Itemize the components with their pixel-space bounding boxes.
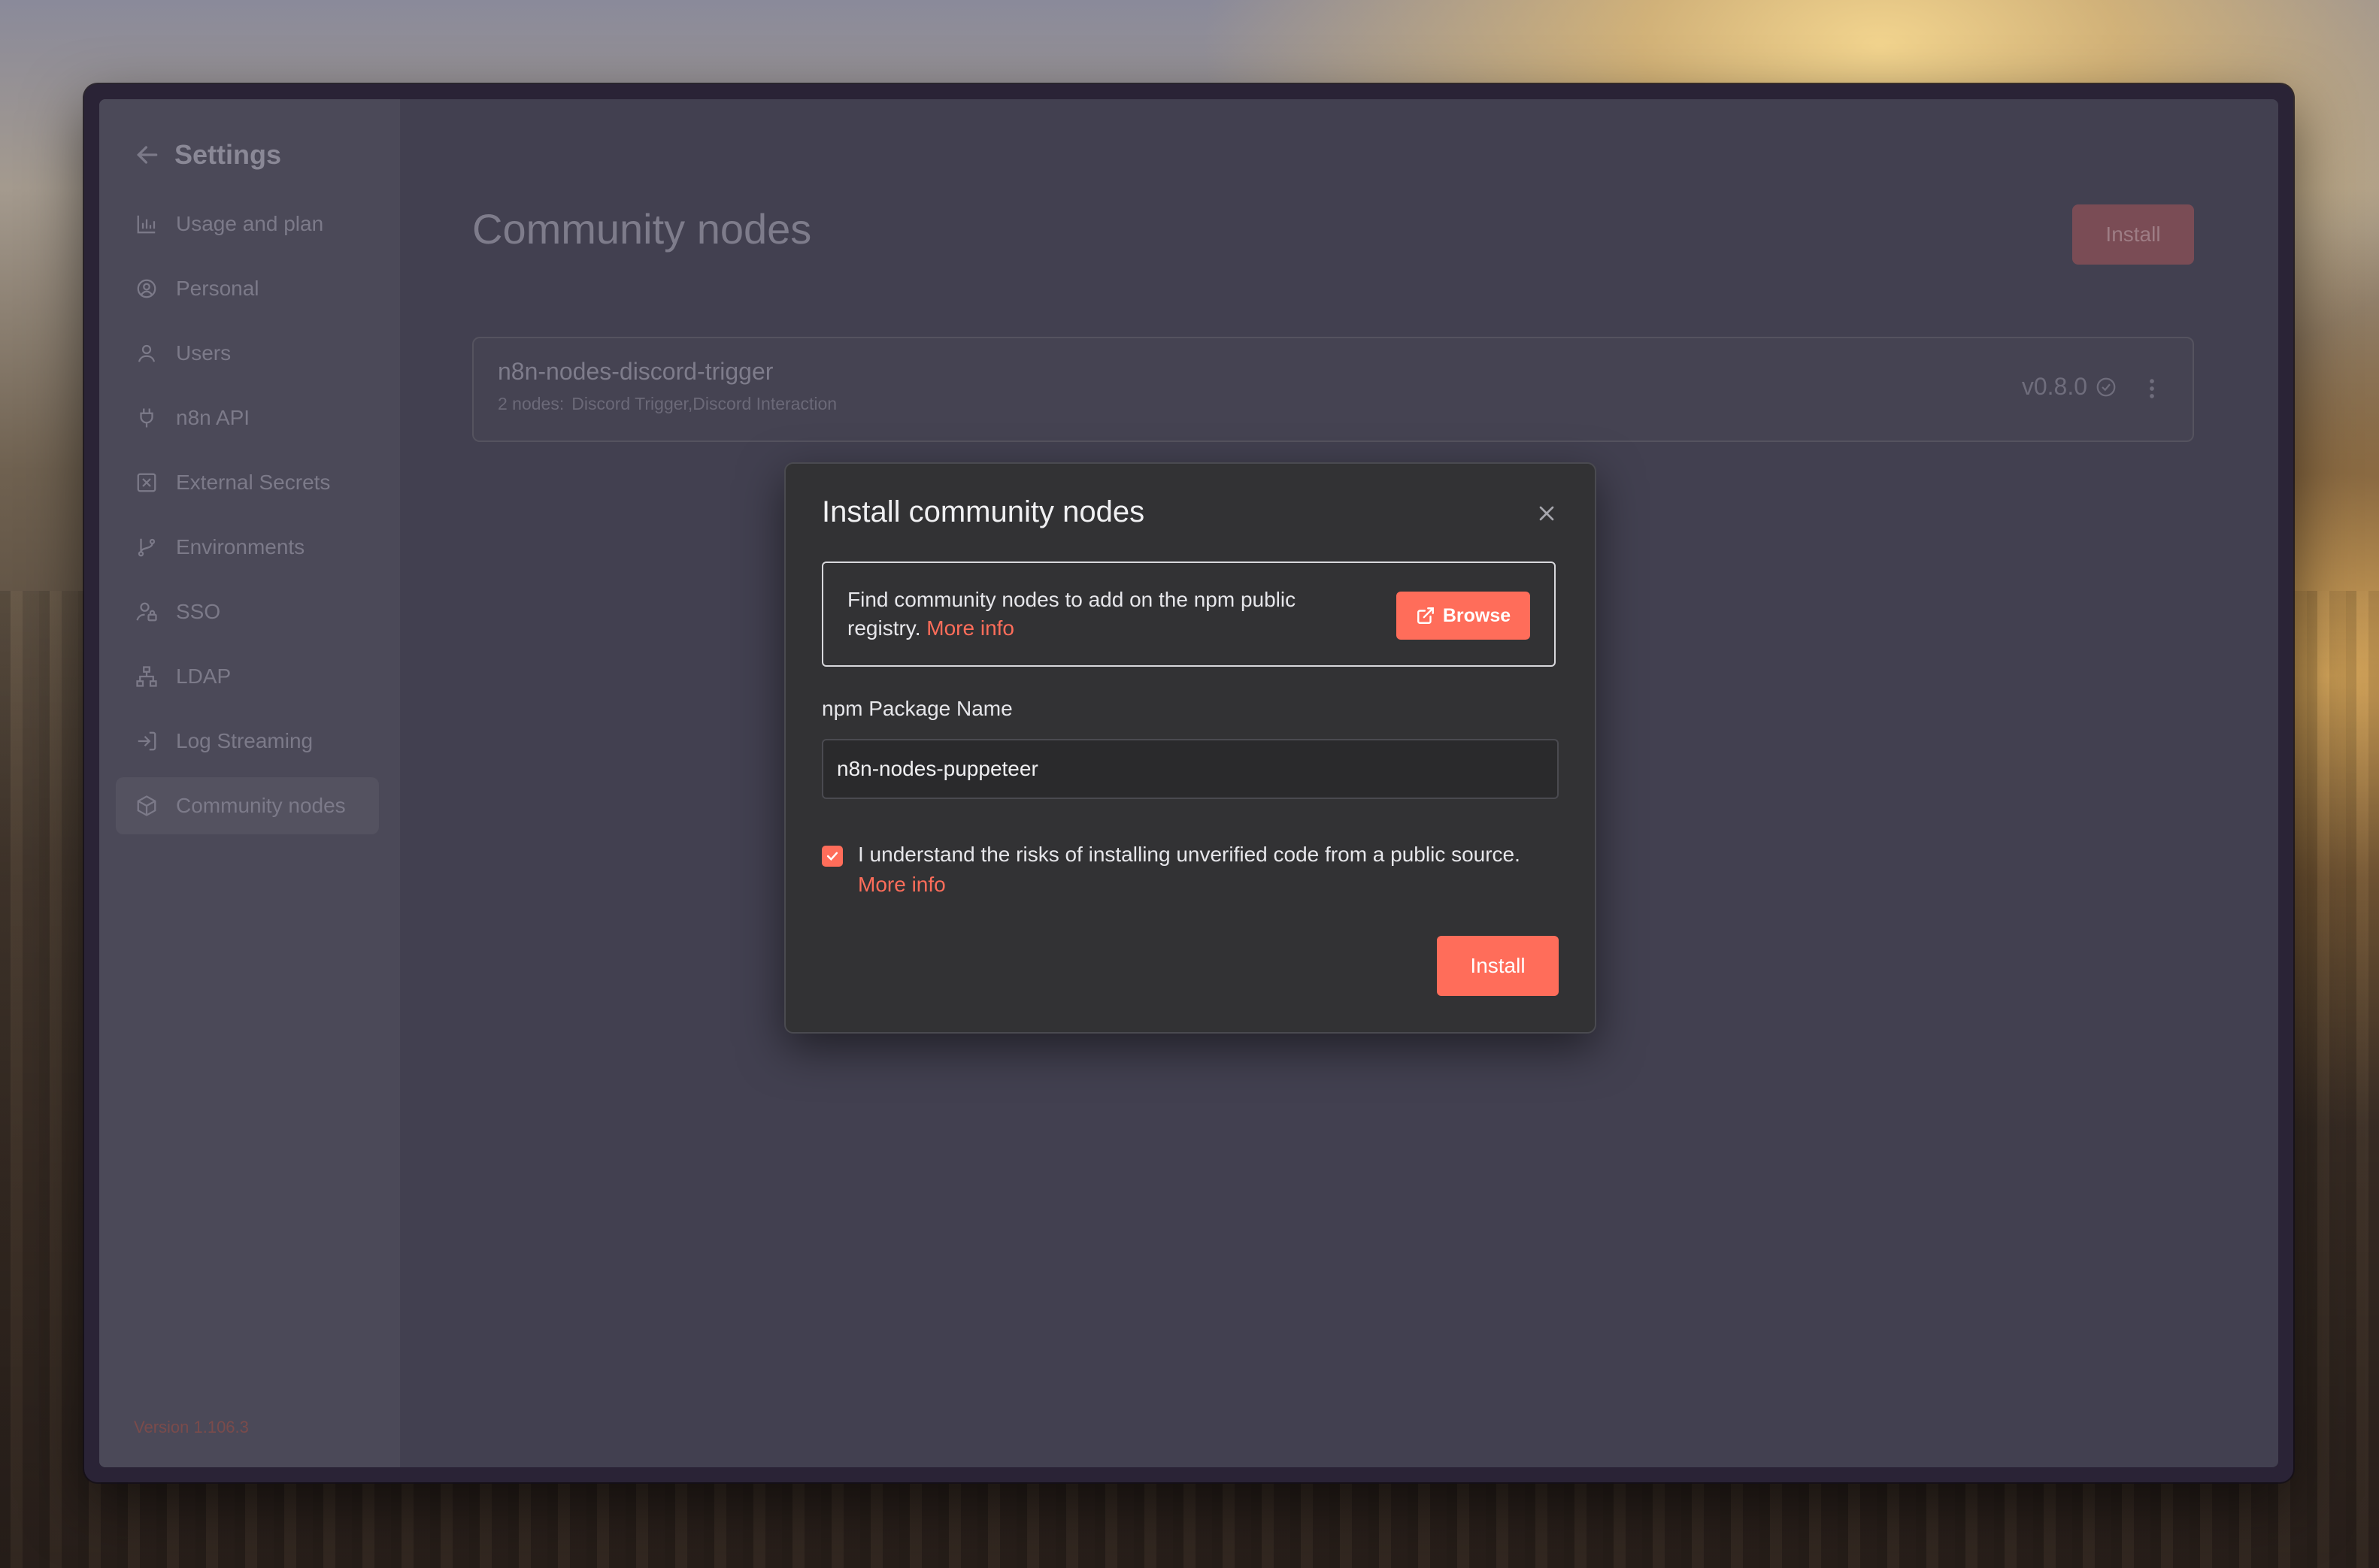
sidebar-item-external-secrets[interactable]: External Secrets (116, 454, 379, 511)
consent-text: I understand the risks of installing unv… (858, 843, 1520, 866)
modal-install-button[interactable]: Install (1437, 936, 1559, 996)
sign-in-icon (138, 731, 156, 751)
network-icon (136, 666, 157, 687)
browse-label: Browse (1442, 604, 1511, 626)
settings-sidebar: Settings Usage and plan Personal Users n… (99, 99, 400, 1467)
sidebar-menu: Usage and plan Personal Users n8n API Ex… (116, 195, 379, 842)
sidebar-item-label: Usage and plan (176, 212, 324, 235)
close-icon[interactable] (1535, 501, 1559, 525)
user-lock-icon (136, 602, 157, 622)
check-icon (826, 852, 838, 861)
consent-more-info-link[interactable]: More info (858, 870, 946, 900)
page-title: Community nodes (472, 205, 812, 253)
sidebar-item-log-streaming[interactable]: Log Streaming (116, 713, 379, 770)
vault-icon (137, 473, 156, 492)
sidebar-item-label: Community nodes (176, 794, 346, 817)
sidebar-item-usage-and-plan[interactable]: Usage and plan (116, 195, 379, 253)
user-circle-icon (137, 279, 156, 298)
sidebar-item-personal[interactable]: Personal (116, 260, 379, 317)
consent-checkbox[interactable] (822, 846, 843, 867)
sidebar-item-label: Personal (176, 277, 259, 300)
more-vertical-icon[interactable] (2144, 376, 2159, 401)
package-name-label: npm Package Name (822, 697, 1013, 720)
sidebar-item-ldap[interactable]: LDAP (116, 648, 379, 705)
sidebar-item-users[interactable]: Users (116, 325, 379, 382)
check-circle-icon (2096, 377, 2116, 396)
sidebar-item-sso[interactable]: SSO (116, 583, 379, 640)
plug-icon (140, 408, 153, 428)
bar-chart-icon (137, 215, 156, 234)
sidebar-item-label: Log Streaming (176, 729, 314, 752)
sidebar-item-label: SSO (176, 600, 221, 623)
info-description: Find community nodes to add on the npm p… (847, 588, 1296, 640)
git-branch-icon (138, 538, 156, 557)
info-text: Find community nodes to add on the npm p… (847, 586, 1374, 643)
sidebar-item-n8n-api[interactable]: n8n API (116, 389, 379, 446)
package-card[interactable]: n8n-nodes-discord-trigger 2 nodes: Discor… (472, 337, 2194, 442)
package-nodes: 2 nodes: Discord Trigger,Discord Interact… (498, 394, 837, 414)
install-button[interactable]: Install (2072, 204, 2194, 265)
sidebar-item-label: External Secrets (176, 471, 331, 494)
more-info-link[interactable]: More info (926, 616, 1014, 640)
sidebar-item-label: n8n API (176, 406, 250, 429)
package-nodes-count: 2 nodes: (498, 394, 565, 413)
sidebar-item-community-nodes[interactable]: Community nodes (116, 777, 379, 834)
version-label: Version 1.106.3 (134, 1418, 249, 1436)
info-box: Find community nodes to add on the npm p… (822, 562, 1556, 667)
external-link-icon (1417, 607, 1434, 624)
modal-title: Install community nodes (822, 495, 1145, 528)
install-community-nodes-modal: Install community nodes Find community n… (784, 462, 1596, 1034)
cube-icon (137, 795, 156, 816)
back-arrow-icon[interactable] (132, 140, 162, 170)
sidebar-item-label: Users (176, 341, 232, 365)
sidebar-header: Settings (132, 132, 281, 177)
package-version: v0.8.0 (2022, 373, 2117, 401)
package-name-input[interactable] (822, 739, 1559, 799)
sidebar-item-environments[interactable]: Environments (116, 519, 379, 576)
package-version-label: v0.8.0 (2021, 373, 2087, 400)
package-name: n8n-nodes-discord-trigger (498, 358, 774, 385)
user-icon (138, 344, 156, 362)
sidebar-item-label: LDAP (176, 664, 232, 688)
sidebar-item-label: Environments (176, 535, 305, 558)
package-nodes-list: Discord Trigger,Discord Interaction (571, 394, 838, 413)
sidebar-title: Settings (174, 139, 282, 170)
browse-button[interactable]: Browse (1396, 592, 1530, 640)
